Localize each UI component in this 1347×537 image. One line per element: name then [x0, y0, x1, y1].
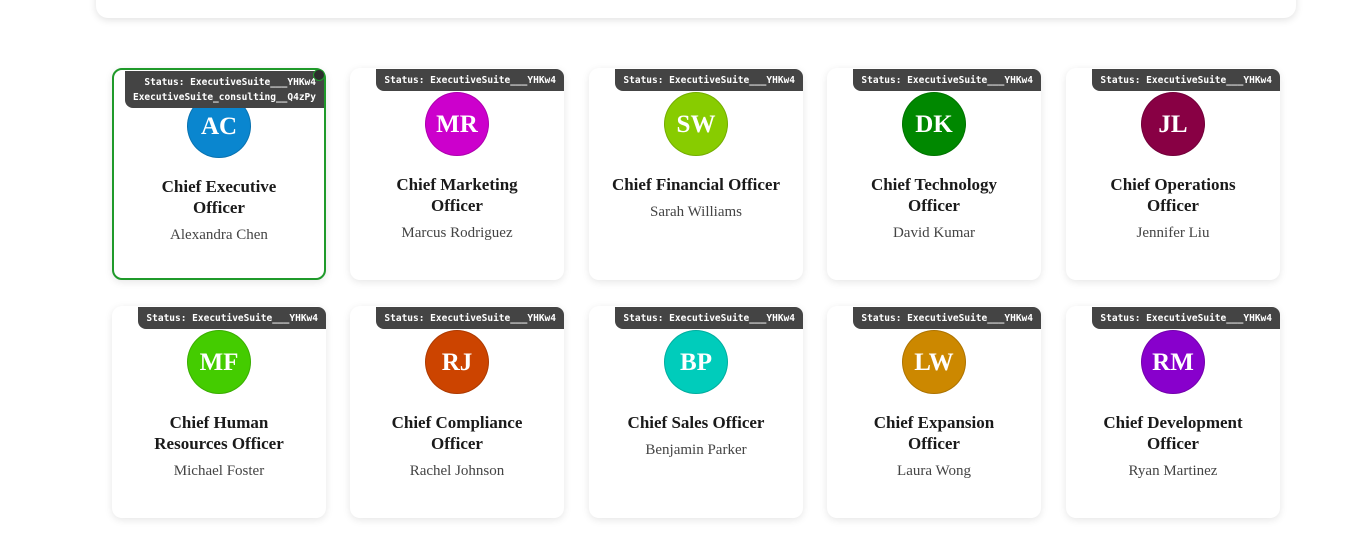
status-badge: Status: ExecutiveSuite___YHKw4 — [376, 69, 564, 91]
avatar: BP — [664, 330, 728, 394]
executive-name: Laura Wong — [897, 463, 971, 479]
executive-title: Chief Human Resources Officer Michael Fo… — [132, 412, 306, 482]
executive-card-cto[interactable]: Status: ExecutiveSuite___YHKw4 DK Chief … — [827, 68, 1041, 280]
executive-card-cdo[interactable]: Status: ExecutiveSuite___YHKw4 RM Chief … — [1066, 306, 1280, 518]
executive-card-chro[interactable]: Status: ExecutiveSuite___YHKw4 MF Chief … — [112, 306, 326, 518]
executive-name: Michael Foster — [173, 463, 265, 479]
status-badge: Status: ExecutiveSuite___YHKw4 — [853, 307, 1041, 329]
avatar: MF — [187, 330, 251, 394]
status-badge: Status: ExecutiveSuite___YHKw4 — [615, 307, 803, 329]
executive-card-cfo[interactable]: Status: ExecutiveSuite___YHKw4 SW Chief … — [589, 68, 803, 280]
status-badge: Status: ExecutiveSuite___YHKw4 — [138, 307, 326, 329]
executive-card-ceo[interactable]: Status: ExecutiveSuite___YHKw4 Executive… — [112, 68, 326, 280]
avatar: MR — [425, 92, 489, 156]
status-badge: Status: ExecutiveSuite___YHKw4 — [615, 69, 803, 91]
executive-name: Benjamin Parker — [645, 442, 747, 458]
executive-name: Marcus Rodriguez — [401, 225, 513, 241]
executive-title: Chief Development Officer Ryan Martinez — [1086, 412, 1260, 482]
top-panel — [96, 0, 1296, 18]
executive-title: Chief Marketing Officer Marcus Rodriguez — [370, 174, 544, 244]
executive-title: Chief Financial Officer Sarah Williams — [609, 174, 783, 223]
status-indicator-icon — [313, 69, 325, 81]
status-badge: Status: ExecutiveSuite___YHKw4 — [1092, 307, 1280, 329]
avatar: RJ — [425, 330, 489, 394]
executive-card-coo[interactable]: Status: ExecutiveSuite___YHKw4 JL Chief … — [1066, 68, 1280, 280]
executive-title: Chief Technology Officer David Kumar — [847, 174, 1021, 244]
executive-name: Ryan Martinez — [1128, 463, 1218, 479]
executive-name: David Kumar — [892, 225, 976, 241]
avatar: JL — [1141, 92, 1205, 156]
executive-title: Chief Sales Officer Benjamin Parker — [609, 412, 783, 461]
executive-name: Rachel Johnson — [409, 463, 505, 479]
executive-name: Jennifer Liu — [1136, 225, 1210, 241]
status-badge: Status: ExecutiveSuite___YHKw4 — [1092, 69, 1280, 91]
executive-card-cmo[interactable]: Status: ExecutiveSuite___YHKw4 MR Chief … — [350, 68, 564, 280]
status-badge: Status: ExecutiveSuite___YHKw4 — [376, 307, 564, 329]
status-badge: Status: ExecutiveSuite___YHKw4 Executive… — [124, 71, 324, 108]
status-badge: Status: ExecutiveSuite___YHKw4 — [853, 69, 1041, 91]
executive-card-cso[interactable]: Status: ExecutiveSuite___YHKw4 BP Chief … — [589, 306, 803, 518]
executive-title: Chief Compliance Officer Rachel Johnson — [370, 412, 544, 482]
executive-card-ceo-expansion[interactable]: Status: ExecutiveSuite___YHKw4 LW Chief … — [827, 306, 1041, 518]
avatar: RM — [1141, 330, 1205, 394]
executive-title: Chief Operations Officer Jennifer Liu — [1086, 174, 1260, 244]
executive-name: Alexandra Chen — [170, 227, 268, 243]
executive-card-cco[interactable]: Status: ExecutiveSuite___YHKw4 RJ Chief … — [350, 306, 564, 518]
avatar: LW — [902, 330, 966, 394]
executive-name: Sarah Williams — [649, 204, 743, 220]
executive-title: Chief Expansion Officer Laura Wong — [847, 412, 1021, 482]
avatar: DK — [902, 92, 966, 156]
executive-title: Chief Executive Officer Alexandra Chen — [134, 176, 304, 246]
avatar: SW — [664, 92, 728, 156]
